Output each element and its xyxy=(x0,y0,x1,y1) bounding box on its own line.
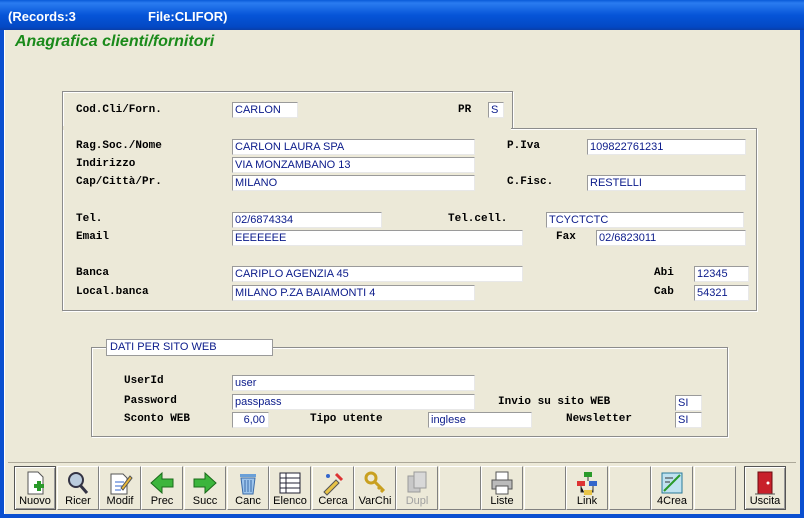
uscita-button[interactable]: Uscita xyxy=(744,466,786,510)
telcell-field[interactable]: TCYCTCTC xyxy=(546,212,744,228)
indirizzo-label: Indirizzo xyxy=(76,158,136,170)
telcell-label: Tel.cell. xyxy=(448,213,508,225)
cab-label: Cab xyxy=(654,286,674,298)
link-button[interactable]: Link xyxy=(566,466,608,510)
tipo-field[interactable]: inglese xyxy=(428,412,532,428)
ragsoc-label: Rag.Soc./Nome xyxy=(76,140,162,152)
prec-button[interactable]: Prec xyxy=(141,466,183,510)
edit-doc-icon xyxy=(110,473,133,495)
ragsoc-field[interactable]: CARLON LAURA SPA xyxy=(232,139,475,155)
email-field[interactable]: EEEEEEE xyxy=(232,230,523,246)
arrow-right-icon xyxy=(193,471,217,495)
crea-icon xyxy=(661,472,683,494)
window-title-bar: (Records:3 File:CLIFOR) xyxy=(0,0,804,30)
userid-label: UserId xyxy=(124,375,164,387)
trash-icon xyxy=(240,474,256,495)
keys-icon xyxy=(364,471,386,494)
fax-field[interactable]: 02/6823011 xyxy=(596,230,746,246)
newsletter-label: Newsletter xyxy=(566,413,633,425)
modif-button[interactable]: Modif xyxy=(99,466,141,510)
toolbar-separator xyxy=(8,462,796,463)
group-join xyxy=(63,126,511,130)
canc-button[interactable]: Canc xyxy=(227,466,269,510)
cap-label: Cap/Città/Pr. xyxy=(76,176,162,188)
cod-label: Cod.Cli/Forn. xyxy=(76,104,162,116)
cap-field[interactable]: MILANO xyxy=(232,175,475,191)
abi-field[interactable]: 12345 xyxy=(694,266,749,282)
invio-field[interactable]: SI xyxy=(675,395,702,411)
link-tree-icon xyxy=(577,472,597,495)
arrow-left-icon xyxy=(150,471,174,495)
tel-label: Tel. xyxy=(76,213,103,225)
empty-button-3[interactable] xyxy=(609,466,651,510)
invio-label: Invio su sito WEB xyxy=(498,396,611,408)
form-title: Anagrafica clienti/fornitori xyxy=(15,33,215,50)
fax-label: Fax xyxy=(556,231,576,243)
succ-button[interactable]: Succ xyxy=(184,466,226,510)
empty-button-2[interactable] xyxy=(524,466,566,510)
cerca-button[interactable]: Cerca xyxy=(312,466,354,510)
search-icon xyxy=(68,472,89,494)
password-label: Password xyxy=(124,395,177,407)
varchi-button[interactable]: VarChi xyxy=(354,466,396,510)
banca-label: Banca xyxy=(76,267,110,279)
cab-field[interactable]: 54321 xyxy=(694,285,749,301)
ricer-button[interactable]: Ricer xyxy=(57,466,99,510)
file-name: File:CLIFOR) xyxy=(148,9,228,24)
tel-field[interactable]: 02/6874334 xyxy=(232,212,382,228)
cfisc-label: C.Fisc. xyxy=(507,176,554,188)
printer-icon xyxy=(491,471,513,495)
pr-field[interactable]: S xyxy=(488,102,504,118)
add-doc-icon xyxy=(27,471,44,495)
window-frame-bottom xyxy=(0,514,804,518)
cod-field[interactable]: CARLON xyxy=(232,102,298,118)
piva-field[interactable]: 109822761231 xyxy=(587,139,746,155)
indirizzo-field[interactable]: VIA MONZAMBANO 13 xyxy=(232,157,475,173)
userid-field[interactable]: user xyxy=(232,375,475,391)
copy-icon xyxy=(407,471,427,493)
sconto-field[interactable]: 6,00 xyxy=(232,412,269,428)
window-frame-right xyxy=(800,30,804,518)
crea-button[interactable]: 4Crea xyxy=(651,466,693,510)
list-icon xyxy=(279,472,301,494)
cerca-icon xyxy=(323,472,344,496)
password-field[interactable]: passpass xyxy=(232,394,475,410)
localbanca-field[interactable]: MILANO P.ZA BAIAMONTI 4 xyxy=(232,285,475,301)
liste-button[interactable]: Liste xyxy=(481,466,523,510)
elenco-button[interactable]: Elenco xyxy=(269,466,311,510)
pr-label: PR xyxy=(458,104,472,116)
cfisc-field[interactable]: RESTELLI xyxy=(587,175,746,191)
abi-label: Abi xyxy=(654,267,674,279)
sconto-label: Sconto WEB xyxy=(124,413,191,425)
email-label: Email xyxy=(76,231,110,243)
dupl-button[interactable]: Dupl xyxy=(396,466,438,510)
newsletter-field[interactable]: SI xyxy=(675,412,702,428)
empty-button-4[interactable] xyxy=(694,466,736,510)
banca-field[interactable]: CARIPLO AGENZIA 45 xyxy=(232,266,523,282)
localbanca-label: Local.banca xyxy=(76,286,149,298)
web-group-legend: DATI PER SITO WEB xyxy=(106,339,273,356)
tipo-label: Tipo utente xyxy=(310,413,383,425)
records-count: (Records:3 xyxy=(8,9,76,24)
empty-button-1[interactable] xyxy=(439,466,481,510)
piva-label: P.Iva xyxy=(507,140,541,152)
exit-door-icon xyxy=(755,471,775,495)
nuovo-button[interactable]: Nuovo xyxy=(14,466,56,510)
